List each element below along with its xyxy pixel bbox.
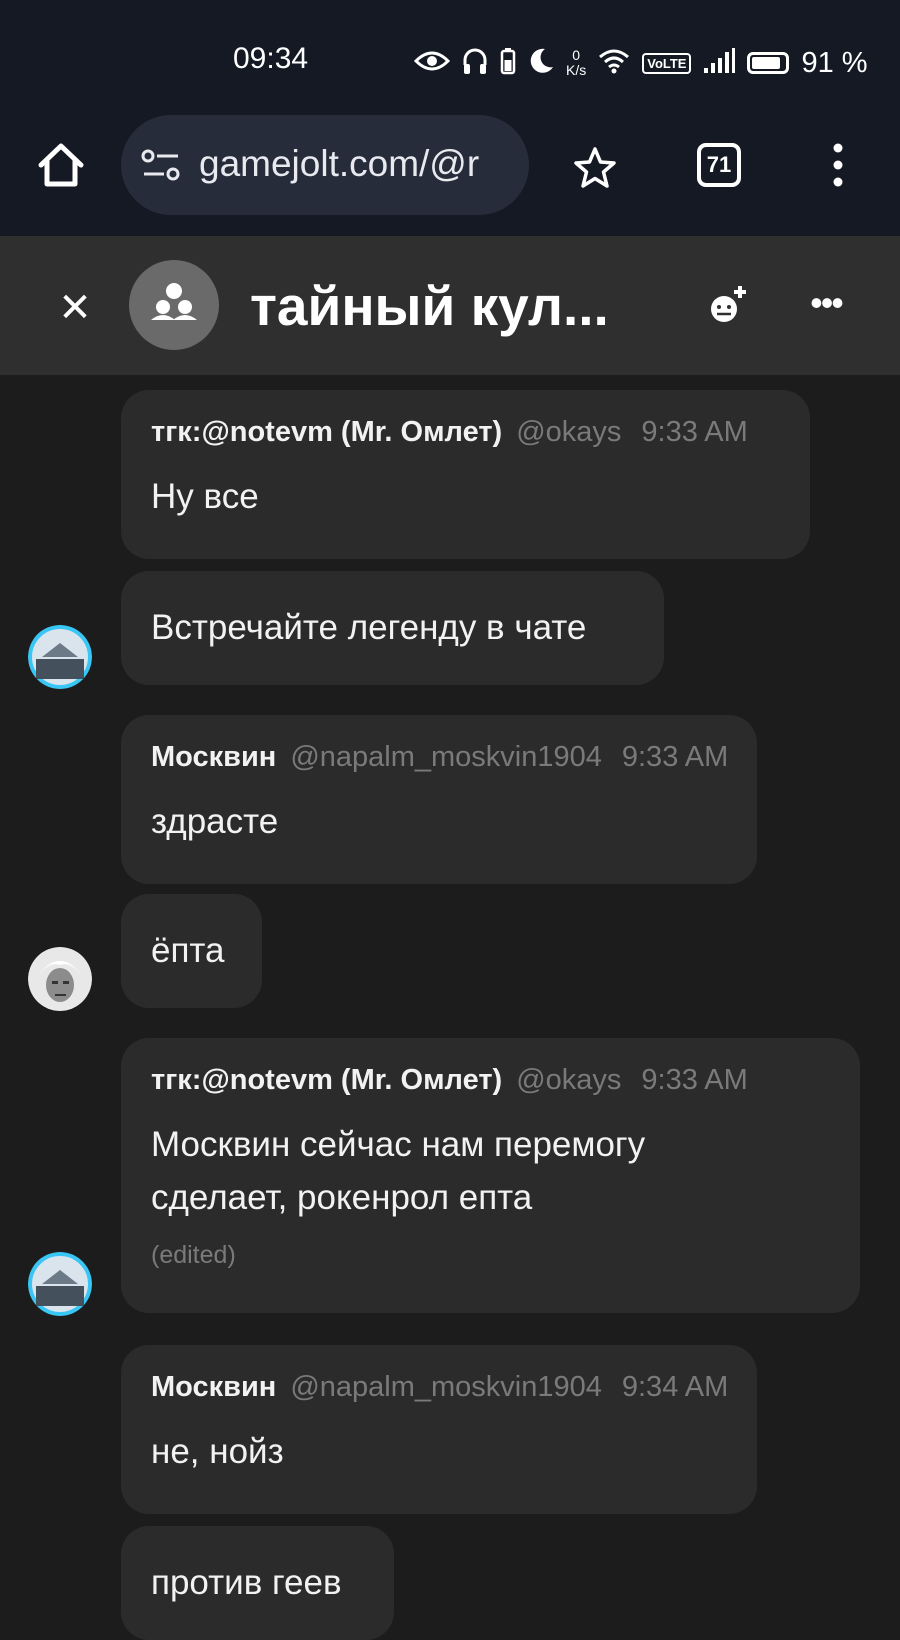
net-speed-unit: K/s [566, 62, 587, 78]
status-icons: 0 K/s VoLTE 91 % [413, 38, 868, 88]
message-time: 9:33 AM [641, 416, 748, 448]
message-header: тгк:@notevm (Mr. Омлет) @okays 9:33 AM [151, 1064, 748, 1097]
message-header: Москвин @napalm_moskvin1904 9:34 AM [151, 1371, 728, 1404]
eye-icon [413, 48, 451, 79]
battery-icon [747, 52, 790, 74]
chat-title: тайный кул... [250, 275, 609, 337]
message-bubble[interactable]: тгк:@notevm (Mr. Омлет) @okays 9:33 AM Ну … [121, 390, 810, 559]
group-icon [151, 283, 197, 320]
message-time: 9:33 AM [641, 1064, 748, 1096]
star-icon [574, 147, 616, 188]
home-button[interactable] [36, 140, 86, 190]
chat-more-button[interactable]: ••• [806, 285, 846, 324]
message-author[interactable]: Москвин [151, 741, 276, 773]
headphones-icon [462, 47, 488, 80]
avatar-napalm-moskvin1904[interactable] [28, 947, 92, 1011]
message-handle[interactable]: @okays [516, 1064, 621, 1096]
message-text-line: сделает, рокенрол епта [151, 1178, 533, 1217]
avatar-okays[interactable] [28, 1252, 92, 1316]
add-member-icon [711, 286, 746, 322]
url-field[interactable]: gamejolt.com/@r [199, 143, 511, 185]
message-bubble[interactable]: Москвин @napalm_moskvin1904 9:33 AM здраст… [121, 715, 757, 884]
home-icon [38, 143, 84, 187]
message-text: против геев [151, 1563, 342, 1602]
message-text-line: Москвин сейчас нам перемогу [151, 1125, 646, 1164]
message-author[interactable]: Москвин [151, 1371, 276, 1403]
status-bar: 09:34 0 K/s VoLTE 91 % [0, 0, 900, 118]
message-bubble[interactable]: Москвин @napalm_moskvin1904 9:34 AM не, но… [121, 1345, 757, 1514]
message-handle[interactable]: @napalm_moskvin1904 [290, 1371, 602, 1403]
menu-icon [833, 143, 843, 187]
browser-menu-button[interactable] [826, 140, 850, 190]
message-list[interactable]: тгк:@notevm (Mr. Омлет) @okays 9:33 AM Ну … [0, 375, 900, 1640]
message-text: Встречайте легенду в чате [151, 608, 587, 647]
message-author[interactable]: тгк:@notevm (Mr. Омлет) [151, 416, 502, 448]
message-handle[interactable]: @napalm_moskvin1904 [290, 741, 602, 773]
group-avatar[interactable] [129, 260, 219, 350]
battery-saver-icon [500, 47, 516, 80]
message-bubble[interactable]: ёпта [121, 894, 262, 1008]
message-bubble[interactable]: против геев [121, 1526, 394, 1640]
message-text: здрасте [151, 802, 279, 841]
message-header: Москвин @napalm_moskvin1904 9:33 AM [151, 741, 728, 774]
message-time: 9:34 AM [621, 1371, 729, 1403]
net-speed-value: 0 [572, 47, 581, 63]
message-header: тгк:@notevm (Mr. Омлет) @okays 9:33 AM [151, 416, 748, 449]
signal-icon [703, 47, 736, 79]
message-handle[interactable]: @okays [516, 416, 621, 448]
add-member-button[interactable] [703, 280, 753, 330]
edited-label: (edited) [151, 1241, 236, 1269]
message-text: ёпта [151, 931, 225, 970]
message-time: 9:33 AM [621, 741, 729, 773]
battery-percent: 91 % [801, 46, 868, 79]
moon-icon [528, 47, 554, 80]
message-author[interactable]: тгк:@notevm (Mr. Омлет) [151, 1064, 502, 1096]
message-bubble[interactable]: тгк:@notevm (Mr. Омлет) @okays 9:33 AM Мос… [121, 1038, 860, 1313]
bookmark-button[interactable] [572, 145, 618, 191]
message-text: не, нойз [151, 1432, 284, 1471]
avatar-okays[interactable] [28, 625, 92, 689]
message-text: Ну все [151, 477, 259, 516]
status-time: 09:34 [233, 42, 309, 75]
net-speed: 0 K/s [566, 48, 586, 78]
wifi-icon [598, 48, 630, 79]
volte-icon: VoLTE [642, 52, 692, 74]
close-button[interactable]: ✕ [55, 288, 95, 328]
tabs-button[interactable]: 71 [697, 143, 741, 187]
tune-icon[interactable] [140, 148, 182, 184]
message-bubble[interactable]: Встречайте легенду в чате [121, 571, 664, 685]
